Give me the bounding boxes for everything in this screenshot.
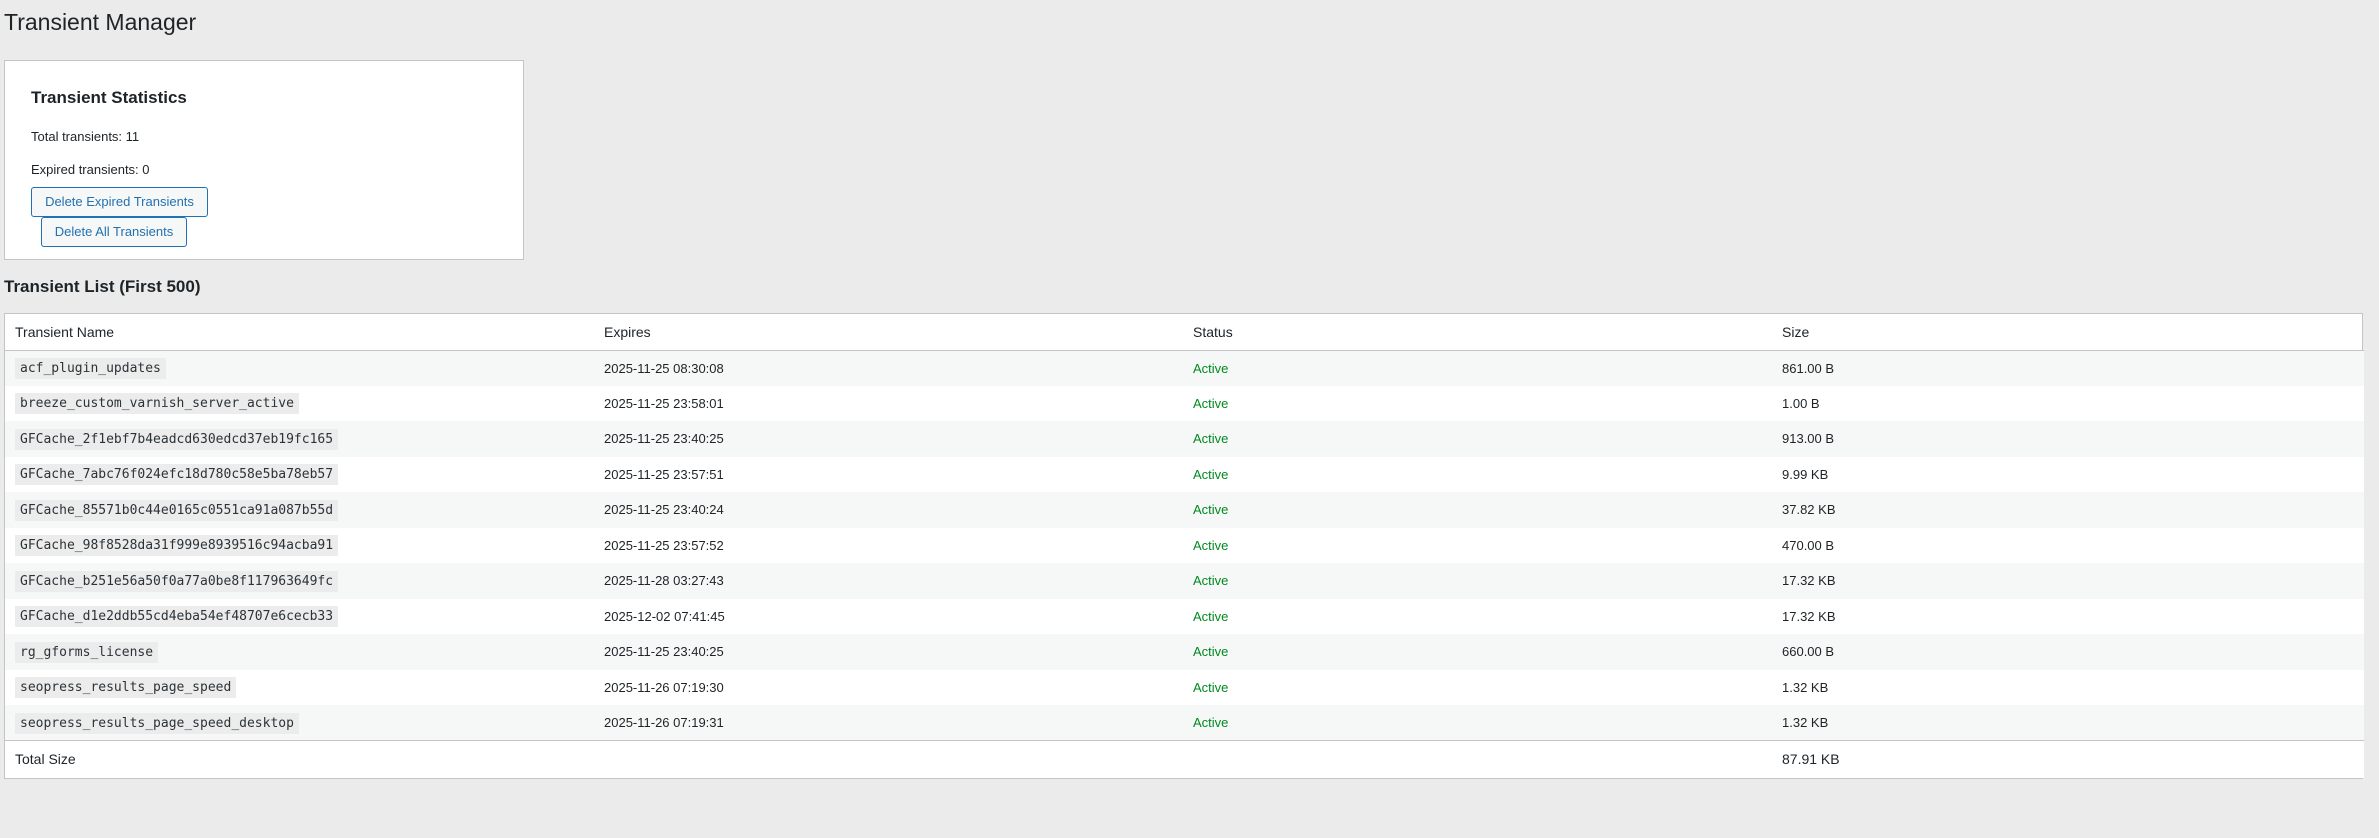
expires-cell: 2025-11-25 23:58:01 bbox=[594, 385, 1183, 421]
size-cell: 861.00 B bbox=[1772, 350, 2364, 386]
transient-name-cell: GFCache_b251e56a50f0a77a0be8f117963649fc bbox=[5, 563, 594, 599]
status-cell: Active bbox=[1183, 527, 1772, 563]
expires-cell: 2025-11-25 08:30:08 bbox=[594, 350, 1183, 386]
status-cell: Active bbox=[1183, 563, 1772, 599]
transient-name: GFCache_7abc76f024efc18d780c58e5ba78eb57 bbox=[15, 464, 339, 486]
size-cell: 9.99 KB bbox=[1772, 456, 2364, 492]
size-cell: 17.32 KB bbox=[1772, 563, 2364, 599]
footer-empty-cell bbox=[1183, 740, 1772, 778]
delete-expired-transients-button[interactable]: Delete Expired Transients bbox=[31, 187, 208, 217]
total-size-label: Total Size bbox=[5, 740, 594, 778]
transient-name-cell: seopress_results_page_speed_desktop bbox=[5, 705, 594, 741]
status-cell: Active bbox=[1183, 598, 1772, 634]
transient-name-cell: GFCache_7abc76f024efc18d780c58e5ba78eb57 bbox=[5, 456, 594, 492]
expires-cell: 2025-11-25 23:40:24 bbox=[594, 492, 1183, 528]
expires-cell: 2025-11-26 07:19:31 bbox=[594, 705, 1183, 741]
size-cell: 37.82 KB bbox=[1772, 492, 2364, 528]
size-cell: 660.00 B bbox=[1772, 634, 2364, 670]
table-row: GFCache_7abc76f024efc18d780c58e5ba78eb57… bbox=[5, 456, 2364, 492]
expires-cell: 2025-11-26 07:19:30 bbox=[594, 669, 1183, 705]
table-row: GFCache_98f8528da31f999e8939516c94acba91… bbox=[5, 527, 2364, 563]
expires-cell: 2025-11-25 23:57:52 bbox=[594, 527, 1183, 563]
expires-cell: 2025-11-25 23:40:25 bbox=[594, 634, 1183, 670]
transient-name-cell: breeze_custom_varnish_server_active bbox=[5, 385, 594, 421]
total-size-value: 87.91 KB bbox=[1772, 740, 2364, 778]
status-cell: Active bbox=[1183, 456, 1772, 492]
transient-name: breeze_custom_varnish_server_active bbox=[15, 393, 299, 415]
column-header-status: Status bbox=[1183, 314, 1772, 351]
transient-name: seopress_results_page_speed bbox=[15, 677, 237, 699]
table-row: acf_plugin_updates 2025-11-25 08:30:08 A… bbox=[5, 350, 2364, 386]
status-cell: Active bbox=[1183, 634, 1772, 670]
table-row: GFCache_d1e2ddb55cd4eba54ef48707e6cecb33… bbox=[5, 598, 2364, 634]
transient-name-cell: rg_gforms_license bbox=[5, 634, 594, 670]
table-row: breeze_custom_varnish_server_active 2025… bbox=[5, 385, 2364, 421]
table-row: seopress_results_page_speed_desktop 2025… bbox=[5, 705, 2364, 741]
size-cell: 1.32 KB bbox=[1772, 669, 2364, 705]
size-cell: 470.00 B bbox=[1772, 527, 2364, 563]
expired-transients-text: Expired transients: 0 bbox=[31, 162, 150, 177]
table-row: seopress_results_page_speed 2025-11-26 0… bbox=[5, 669, 2364, 705]
transient-name: GFCache_b251e56a50f0a77a0be8f117963649fc bbox=[15, 570, 339, 592]
status-cell: Active bbox=[1183, 705, 1772, 741]
statistics-title: Transient Statistics bbox=[31, 88, 187, 107]
status-cell: Active bbox=[1183, 421, 1772, 457]
transient-name: GFCache_d1e2ddb55cd4eba54ef48707e6cecb33 bbox=[15, 606, 339, 628]
size-cell: 1.32 KB bbox=[1772, 705, 2364, 741]
size-cell: 1.00 B bbox=[1772, 385, 2364, 421]
transient-name: seopress_results_page_speed_desktop bbox=[15, 712, 299, 734]
transient-table: Transient Name Expires Status Size acf_p… bbox=[4, 313, 2364, 779]
transient-name-cell: GFCache_2f1ebf7b4eadcd630edcd37eb19fc165 bbox=[5, 421, 594, 457]
table-row: GFCache_2f1ebf7b4eadcd630edcd37eb19fc165… bbox=[5, 421, 2364, 457]
footer-empty-cell bbox=[594, 740, 1183, 778]
transient-name: acf_plugin_updates bbox=[15, 358, 166, 379]
status-cell: Active bbox=[1183, 669, 1772, 705]
size-cell: 913.00 B bbox=[1772, 421, 2364, 457]
status-cell: Active bbox=[1183, 350, 1772, 386]
transient-name-cell: seopress_results_page_speed bbox=[5, 669, 594, 705]
transient-list-title: Transient List (First 500) bbox=[4, 277, 201, 296]
expires-cell: 2025-11-25 23:57:51 bbox=[594, 456, 1183, 492]
expires-cell: 2025-12-02 07:41:45 bbox=[594, 598, 1183, 634]
transient-name: rg_gforms_license bbox=[15, 641, 159, 663]
status-cell: Active bbox=[1183, 492, 1772, 528]
status-cell: Active bbox=[1183, 385, 1772, 421]
transient-name-cell: GFCache_98f8528da31f999e8939516c94acba91 bbox=[5, 527, 594, 563]
column-header-expires: Expires bbox=[594, 314, 1183, 351]
transient-name-cell: acf_plugin_updates bbox=[5, 350, 594, 386]
transient-name-cell: GFCache_85571b0c44e0165c0551ca91a087b55d bbox=[5, 492, 594, 528]
column-header-name: Transient Name bbox=[5, 314, 594, 351]
table-row: GFCache_85571b0c44e0165c0551ca91a087b55d… bbox=[5, 492, 2364, 528]
delete-all-transients-button[interactable]: Delete All Transients bbox=[41, 217, 187, 247]
size-cell: 17.32 KB bbox=[1772, 598, 2364, 634]
total-transients-text: Total transients: 11 bbox=[31, 129, 140, 144]
transient-name-cell: GFCache_d1e2ddb55cd4eba54ef48707e6cecb33 bbox=[5, 598, 594, 634]
table-row: rg_gforms_license 2025-11-25 23:40:25 Ac… bbox=[5, 634, 2364, 670]
transient-name: GFCache_98f8528da31f999e8939516c94acba91 bbox=[15, 535, 339, 557]
transient-name: GFCache_85571b0c44e0165c0551ca91a087b55d bbox=[15, 499, 339, 521]
expires-cell: 2025-11-28 03:27:43 bbox=[594, 563, 1183, 599]
table-header-row: Transient Name Expires Status Size bbox=[5, 314, 2364, 351]
transient-statistics-card: Transient Statistics Total transients: 1… bbox=[4, 60, 524, 260]
transient-name: GFCache_2f1ebf7b4eadcd630edcd37eb19fc165 bbox=[15, 428, 339, 450]
column-header-size: Size bbox=[1772, 314, 2364, 351]
expires-cell: 2025-11-25 23:40:25 bbox=[594, 421, 1183, 457]
page-title: Transient Manager bbox=[4, 9, 197, 35]
table-row: GFCache_b251e56a50f0a77a0be8f117963649fc… bbox=[5, 563, 2364, 599]
table-footer-row: Total Size 87.91 KB bbox=[5, 740, 2364, 778]
